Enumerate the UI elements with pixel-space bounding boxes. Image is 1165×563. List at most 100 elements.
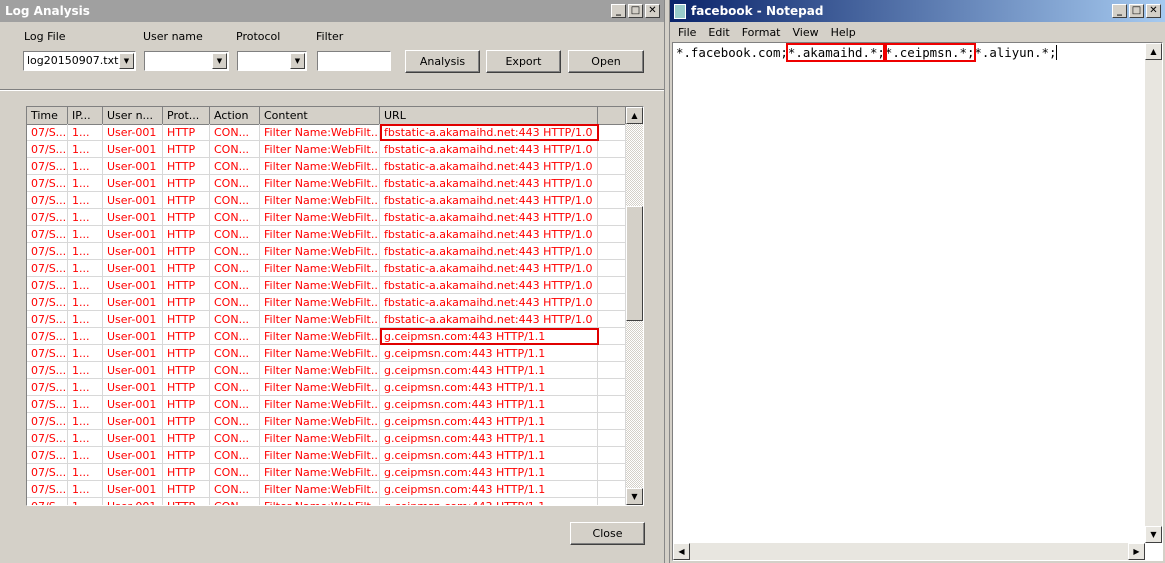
scroll-down-icon[interactable]: ▼ xyxy=(1145,526,1162,543)
vertical-scrollbar[interactable]: ▲ ▼ xyxy=(626,107,643,505)
table-row[interactable]: 07/S...1...User-001HTTPCON...Filter Name… xyxy=(27,498,626,505)
table-row[interactable]: 07/S...1...User-001HTTPCON...Filter Name… xyxy=(27,396,626,413)
cell-url: fbstatic-a.akamaihd.net:443 HTTP/1.0 xyxy=(380,294,598,311)
table-row[interactable]: 07/S...1...User-001HTTPCON...Filter Name… xyxy=(27,209,626,226)
table-row[interactable]: 07/S...1...User-001HTTPCON...Filter Name… xyxy=(27,447,626,464)
cell-action: CON... xyxy=(210,141,260,158)
table-row[interactable]: 07/S...1...User-001HTTPCON...Filter Name… xyxy=(27,464,626,481)
cell-ip: 1... xyxy=(68,226,103,243)
cell-empty xyxy=(598,277,626,294)
table-row[interactable]: 07/S...1...User-001HTTPCON...Filter Name… xyxy=(27,158,626,175)
table-row[interactable]: 07/S...1...User-001HTTPCON...Filter Name… xyxy=(27,277,626,294)
user-name-label: User name xyxy=(143,30,203,43)
cell-user: User-001 xyxy=(103,362,163,379)
cell-user: User-001 xyxy=(103,379,163,396)
export-button[interactable]: Export xyxy=(486,50,561,73)
menu-help[interactable]: Help xyxy=(825,26,862,39)
table-row[interactable]: 07/S...1...User-001HTTPCON...Filter Name… xyxy=(27,192,626,209)
cell-content: Filter Name:WebFilt... xyxy=(260,277,380,294)
chevron-down-icon[interactable]: ▼ xyxy=(290,53,305,69)
cell-url: g.ceipmsn.com:443 HTTP/1.1 xyxy=(380,396,598,413)
scroll-left-icon[interactable]: ◀ xyxy=(673,543,690,560)
cell-time: 07/S... xyxy=(27,328,68,345)
menu-file[interactable]: File xyxy=(672,26,702,39)
cell-action: CON... xyxy=(210,277,260,294)
cell-empty xyxy=(598,379,626,396)
column-header[interactable]: Action xyxy=(210,107,260,125)
table-row[interactable]: 07/S...1...User-001HTTPCON...Filter Name… xyxy=(27,311,626,328)
cell-url: g.ceipmsn.com:443 HTTP/1.1 xyxy=(380,498,598,505)
table-row[interactable]: 07/S...1...User-001HTTPCON...Filter Name… xyxy=(27,141,626,158)
table-row[interactable]: 07/S...1...User-001HTTPCON...Filter Name… xyxy=(27,175,626,192)
cell-prot: HTTP xyxy=(163,362,210,379)
cell-user: User-001 xyxy=(103,277,163,294)
cell-time: 07/S... xyxy=(27,243,68,260)
menu-view[interactable]: View xyxy=(787,26,825,39)
cell-prot: HTTP xyxy=(163,481,210,498)
scroll-up-icon[interactable]: ▲ xyxy=(626,107,643,124)
maximize-button[interactable]: □ xyxy=(1129,4,1144,18)
close-button[interactable]: Close xyxy=(570,522,645,545)
cell-user: User-001 xyxy=(103,464,163,481)
cell-ip: 1... xyxy=(68,141,103,158)
text-editor[interactable]: *.facebook.com;*.akamaihd.*;*.ceipmsn.*;… xyxy=(672,42,1163,561)
cell-user: User-001 xyxy=(103,243,163,260)
cell-time: 07/S... xyxy=(27,158,68,175)
cell-content: Filter Name:WebFilt... xyxy=(260,464,380,481)
cell-prot: HTTP xyxy=(163,413,210,430)
horizontal-scrollbar[interactable]: ◀ ▶ xyxy=(673,543,1145,560)
open-button[interactable]: Open xyxy=(568,50,644,73)
cell-user: User-001 xyxy=(103,481,163,498)
cell-empty xyxy=(598,498,626,505)
scroll-up-icon[interactable]: ▲ xyxy=(1145,43,1162,60)
scroll-down-icon[interactable]: ▼ xyxy=(626,488,643,505)
cell-ip: 1... xyxy=(68,345,103,362)
vertical-scrollbar[interactable]: ▲ ▼ xyxy=(1145,43,1162,543)
maximize-button[interactable]: □ xyxy=(628,4,643,18)
table-row[interactable]: 07/S...1...User-001HTTPCON...Filter Name… xyxy=(27,260,626,277)
log-file-select[interactable]: log20150907.txt ▼ xyxy=(23,51,136,71)
cell-ip: 1... xyxy=(68,396,103,413)
column-header[interactable]: User n... xyxy=(103,107,163,125)
text-cursor: ​ xyxy=(1056,45,1058,60)
table-row[interactable]: 07/S...1...User-001HTTPCON...Filter Name… xyxy=(27,226,626,243)
table-row[interactable]: 07/S...1...User-001HTTPCON...Filter Name… xyxy=(27,481,626,498)
filter-input[interactable] xyxy=(317,51,391,71)
chevron-down-icon[interactable]: ▼ xyxy=(119,53,134,69)
analysis-button[interactable]: Analysis xyxy=(405,50,480,73)
table-row[interactable]: 07/S...1...User-001HTTPCON...Filter Name… xyxy=(27,345,626,362)
menu-format[interactable]: Format xyxy=(736,26,787,39)
column-header[interactable]: Content xyxy=(260,107,380,125)
table-row[interactable]: 07/S...1...User-001HTTPCON...Filter Name… xyxy=(27,243,626,260)
protocol-select[interactable]: ▼ xyxy=(237,51,307,71)
column-header[interactable]: Time xyxy=(27,107,68,125)
table-row[interactable]: 07/S...1...User-001HTTPCON...Filter Name… xyxy=(27,294,626,311)
table-row[interactable]: 07/S...1...User-001HTTPCON...Filter Name… xyxy=(27,413,626,430)
column-header[interactable]: IP... xyxy=(68,107,103,125)
table-row[interactable]: 07/S...1...User-001HTTPCON...Filter Name… xyxy=(27,379,626,396)
cell-time: 07/S... xyxy=(27,226,68,243)
cell-empty xyxy=(598,124,626,141)
chevron-down-icon[interactable]: ▼ xyxy=(212,53,227,69)
scroll-right-icon[interactable]: ▶ xyxy=(1128,543,1145,560)
minimize-button[interactable]: _ xyxy=(611,4,626,18)
cell-user: User-001 xyxy=(103,226,163,243)
user-name-select[interactable]: ▼ xyxy=(144,51,229,71)
url-highlight-box xyxy=(380,124,599,141)
minimize-button[interactable]: _ xyxy=(1112,4,1127,18)
column-header[interactable]: URL xyxy=(380,107,598,125)
cell-empty xyxy=(598,362,626,379)
column-header[interactable] xyxy=(598,107,626,125)
scrollbar-thumb[interactable] xyxy=(626,206,643,322)
log-analysis-window: Log Analysis _ □ ✕ Log File User name Prot… xyxy=(0,0,665,563)
close-window-button[interactable]: ✕ xyxy=(1146,4,1161,18)
cell-action: CON... xyxy=(210,243,260,260)
close-window-button[interactable]: ✕ xyxy=(645,4,660,18)
cell-url: fbstatic-a.akamaihd.net:443 HTTP/1.0 xyxy=(380,277,598,294)
table-row[interactable]: 07/S...1...User-001HTTPCON...Filter Name… xyxy=(27,362,626,379)
cell-action: CON... xyxy=(210,413,260,430)
cell-empty xyxy=(598,158,626,175)
column-header[interactable]: Prot... xyxy=(163,107,210,125)
table-row[interactable]: 07/S...1...User-001HTTPCON...Filter Name… xyxy=(27,430,626,447)
menu-edit[interactable]: Edit xyxy=(702,26,735,39)
